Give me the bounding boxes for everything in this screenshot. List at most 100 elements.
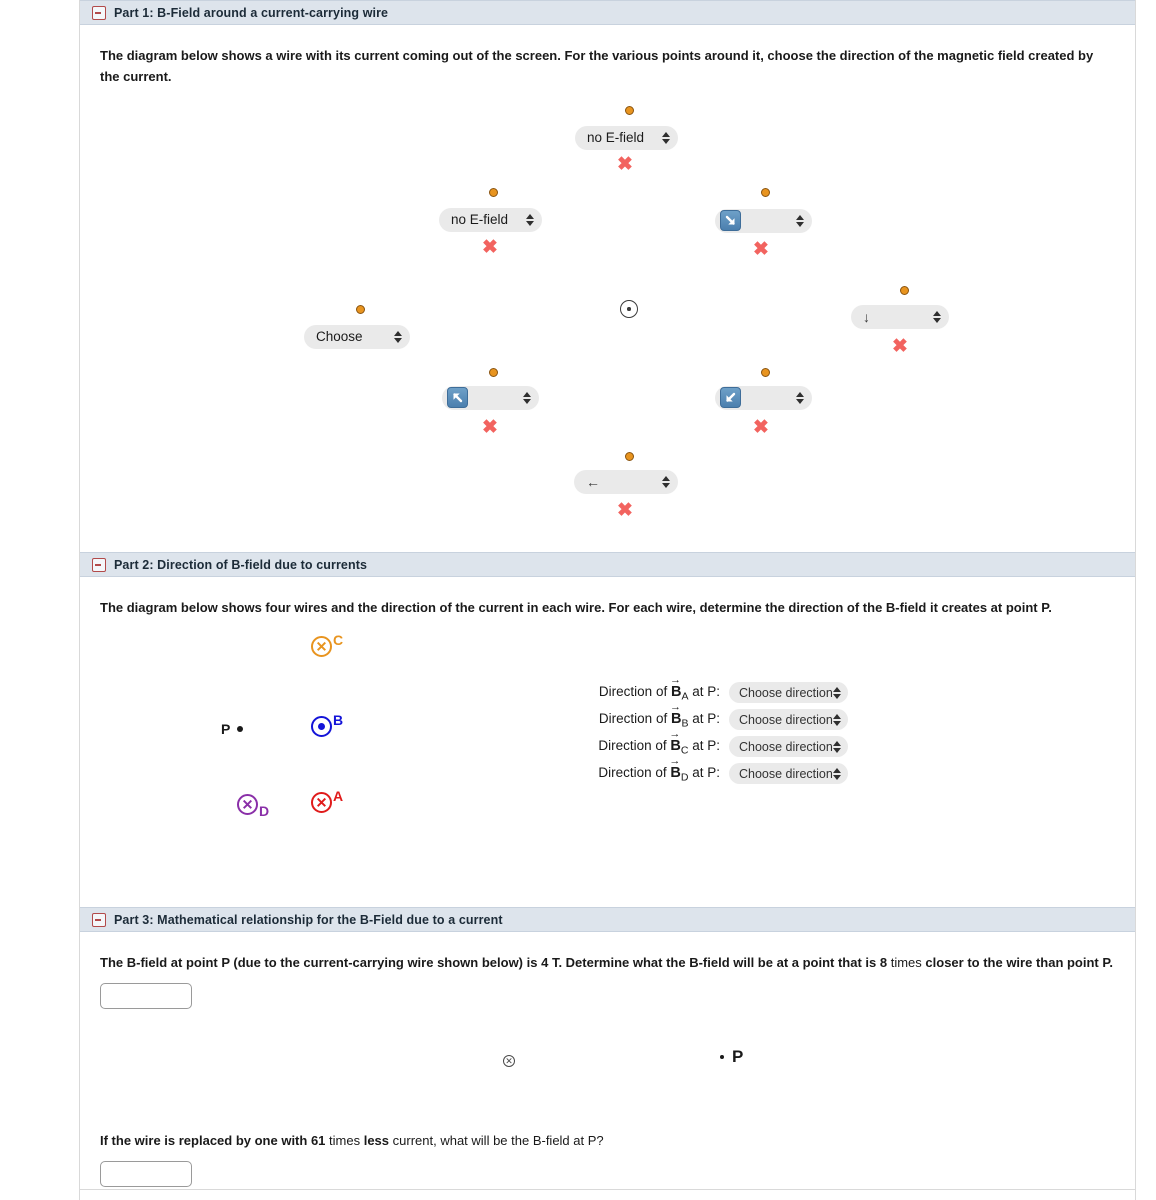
direction-dropdown-B[interactable]: Choose direction <box>729 709 848 731</box>
page-root: Part 1: B-Field around a current-carryin… <box>0 0 1156 1200</box>
direction-subscript-B: B <box>681 717 689 730</box>
direction-row-D: Direction of BD at P: Choose direction <box>555 755 848 787</box>
stepper-icon <box>832 740 841 753</box>
incorrect-mark-top: ✖ <box>617 153 633 175</box>
direction-label-A: Direction of BA at P: <box>555 674 729 703</box>
direction-dropdown-C-value: Choose direction <box>739 739 833 754</box>
field-point-marker-right <box>900 285 909 295</box>
direction-list: Direction of BA at P: Choose direction D… <box>555 674 848 787</box>
current-out-of-page-icon-B <box>311 716 332 738</box>
stepper-icon <box>796 214 804 227</box>
stepper-icon <box>662 131 670 144</box>
stepper-icon <box>523 391 531 404</box>
direction-row-C: Direction of BC at P: Choose direction <box>555 728 848 760</box>
current-into-page-icon-D: ✕ <box>237 794 258 816</box>
stepper-icon <box>796 391 804 404</box>
b-vector-symbol: B <box>670 674 682 700</box>
answer-input-2[interactable] <box>100 1161 192 1188</box>
incorrect-mark-bottom: ✖ <box>617 499 633 521</box>
q1-text-a: The B-field at point P (due to the curre… <box>100 955 542 970</box>
section-header-part2[interactable]: Part 2: Direction of B-field due to curr… <box>80 552 1135 577</box>
incorrect-mark-upper-right: ✖ <box>753 238 769 260</box>
q2-value: 61 <box>310 1133 326 1149</box>
wire-A: ✕ A <box>311 789 343 814</box>
direction-dropdown-C[interactable]: Choose direction <box>729 736 848 758</box>
direction-dropdown-D[interactable]: Choose direction <box>729 763 848 785</box>
q2-text-c: current, what will be the B-field at P? <box>389 1133 604 1149</box>
bfield-dropdown-top[interactable]: no E-field <box>575 125 678 150</box>
direction-label-B: Direction of BB at P: <box>555 701 729 730</box>
bfield-dropdown-bottom-label: ← <box>586 473 600 490</box>
direction-row-A: Direction of BA at P: Choose direction <box>555 674 848 706</box>
b-vector-symbol: B <box>670 701 682 727</box>
direction-suffix-D: at P: <box>692 764 720 780</box>
section-title-part3: Part 3: Mathematical relationship for th… <box>114 912 503 927</box>
section-header-part1[interactable]: Part 1: B-Field around a current-carryin… <box>80 0 1135 25</box>
bfield-dropdown-right[interactable]: ↓ <box>851 304 949 329</box>
b-vector-symbol: B <box>669 728 681 754</box>
arrow-down-left-icon <box>720 387 741 409</box>
bfield-dropdown-upper-left[interactable]: no E-field <box>439 207 542 232</box>
collapse-minus-icon[interactable] <box>92 912 106 927</box>
direction-prefix-B: Direction of <box>598 710 668 726</box>
incorrect-mark-right: ✖ <box>892 335 908 357</box>
part2-diagram: ✕ C B ✕ D ✕ A P Direction of → BA at P: … <box>100 624 1116 859</box>
incorrect-mark-upper-left: ✖ <box>482 236 498 258</box>
direction-suffix-C: at P: <box>692 737 720 753</box>
bfield-dropdown-lower-right[interactable] <box>715 385 812 410</box>
arrow-down-right-icon <box>720 210 741 232</box>
bfield-dropdown-right-label: ↓ <box>863 308 870 325</box>
section-title-part1: Part 1: B-Field around a current-carryin… <box>114 5 389 20</box>
field-point-marker-left <box>356 304 365 314</box>
bfield-dropdown-upper-right[interactable] <box>715 208 812 233</box>
bfield-dropdown-left[interactable]: Choose <box>304 324 410 349</box>
point-P-label: P <box>221 721 231 738</box>
field-point-marker-upper-right <box>761 187 770 197</box>
direction-subscript-C: C <box>680 744 689 757</box>
stepper-icon <box>662 475 670 488</box>
point-P-part3: P <box>720 1047 743 1067</box>
collapse-minus-icon[interactable] <box>92 5 106 20</box>
q1-text-c: times <box>887 955 926 970</box>
q2-text-a: If the wire is replaced by one with <box>100 1133 311 1149</box>
answer-input-1[interactable] <box>100 983 192 1010</box>
direction-prefix-A: Direction of <box>598 683 668 699</box>
arrow-up-left-icon <box>447 387 468 409</box>
point-P-label: P <box>732 1047 744 1067</box>
stepper-icon <box>394 330 402 343</box>
incorrect-mark-lower-left: ✖ <box>482 416 498 438</box>
direction-subscript-A: A <box>681 690 689 703</box>
bfield-dropdown-bottom[interactable]: ← <box>574 469 678 494</box>
direction-prefix-D: Direction of <box>598 764 667 780</box>
wire-C: ✕ C <box>311 633 343 658</box>
section-title-part2: Part 2: Direction of B-field due to curr… <box>114 557 368 572</box>
current-out-of-page-icon <box>620 299 638 318</box>
point-P-dot-icon <box>720 1055 724 1060</box>
direction-row-B: Direction of BB at P: Choose direction <box>555 701 848 733</box>
section-body-part1: The diagram below shows a wire with its … <box>80 25 1135 552</box>
bottom-divider <box>79 1189 1136 1190</box>
section-body-part3: The B-field at point P (due to the curre… <box>80 932 1135 1188</box>
collapse-minus-icon[interactable] <box>92 557 106 572</box>
point-P-dot-icon <box>237 726 244 733</box>
bfield-dropdown-top-label: no E-field <box>587 130 645 146</box>
q1-text-d: the wire than point P. <box>979 955 1113 970</box>
field-point-marker-bottom <box>625 451 634 461</box>
direction-dropdown-A[interactable]: Choose direction <box>729 682 848 704</box>
wire-label-D: D <box>259 803 270 820</box>
bfield-dropdown-upper-left-label: no E-field <box>451 212 509 228</box>
q2-text-b: times <box>325 1133 364 1149</box>
direction-subscript-D: D <box>680 771 689 784</box>
current-into-page-icon-C: ✕ <box>311 636 332 658</box>
stepper-icon <box>832 767 841 780</box>
q1-closer: closer to <box>925 955 980 970</box>
direction-dropdown-B-value: Choose direction <box>739 712 833 727</box>
point-P-part2: P <box>221 721 244 738</box>
incorrect-mark-lower-right: ✖ <box>753 416 769 438</box>
wire-B: B <box>311 713 343 738</box>
bfield-dropdown-lower-left[interactable] <box>442 385 539 410</box>
section-header-part3[interactable]: Part 3: Mathematical relationship for th… <box>80 907 1135 932</box>
assignment-card: Part 1: B-Field around a current-carryin… <box>79 0 1136 1200</box>
part3-diagram: ✕ P <box>100 1035 1115 1105</box>
wire-D: ✕ D <box>237 794 270 820</box>
